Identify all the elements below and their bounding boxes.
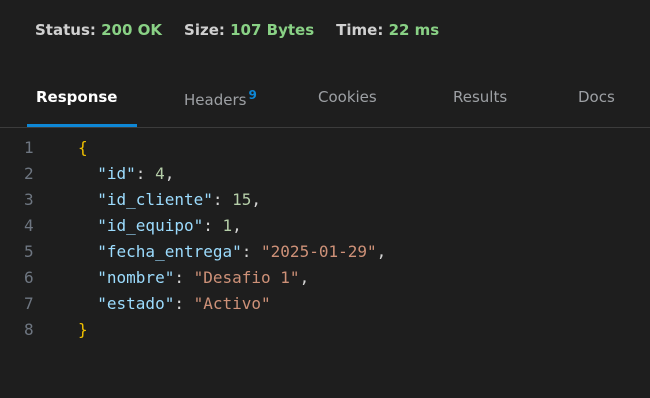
status-value: 200 OK xyxy=(101,21,163,39)
response-status-bar: Status: 200 OK Size: 107 Bytes Time: 22 … xyxy=(0,0,650,60)
line-number: 3 xyxy=(24,190,34,209)
json-value: "Activo" xyxy=(193,294,271,313)
json-value: 4 xyxy=(155,164,165,183)
tab-response[interactable]: Response xyxy=(36,88,117,106)
json-comma: , xyxy=(376,242,387,261)
code-content: "nombre": "Desafio 1", xyxy=(78,265,309,291)
line-number: 4 xyxy=(24,216,34,235)
status-item: Status: 200 OK xyxy=(35,21,162,39)
code-line: 5 "fecha_entrega": "2025-01-29", xyxy=(0,239,650,265)
json-comma: , xyxy=(232,216,242,235)
line-number: 1 xyxy=(24,138,34,157)
line-number: 7 xyxy=(24,294,34,313)
code-line: 6 "nombre": "Desafio 1", xyxy=(0,265,650,291)
line-number: 8 xyxy=(24,320,34,339)
json-value: "2025-01-29" xyxy=(261,242,377,261)
json-key: "fecha_entrega" xyxy=(97,242,242,261)
json-colon: : xyxy=(203,216,223,235)
json-key: "id_cliente" xyxy=(97,190,213,209)
json-value: 15 xyxy=(232,190,252,209)
active-tab-indicator xyxy=(27,124,137,127)
json-colon: : xyxy=(241,242,262,261)
size-label: Size: xyxy=(184,21,225,39)
line-number: 5 xyxy=(24,242,34,261)
status-label: Status: xyxy=(35,21,96,39)
code-line: 8} xyxy=(0,317,650,343)
json-comma: , xyxy=(299,268,310,287)
code-line: 3 "id_cliente": 15, xyxy=(0,187,650,213)
tab-headers[interactable]: Headers 9 xyxy=(184,88,257,109)
json-comma: , xyxy=(251,190,262,209)
code-content: "estado": "Activo" xyxy=(78,291,271,317)
code-content: "id_cliente": 15, xyxy=(78,187,261,213)
response-tabs: Response Headers 9 Cookies Results Docs xyxy=(0,84,650,128)
json-key: "nombre" xyxy=(97,268,175,287)
time-value: 22 ms xyxy=(388,21,440,39)
json-comma: , xyxy=(164,164,175,183)
code-content: "id_equipo": 1, xyxy=(78,213,242,239)
code-line: 2 "id": 4, xyxy=(0,161,650,187)
code-line: 4 "id_equipo": 1, xyxy=(0,213,650,239)
tab-docs[interactable]: Docs xyxy=(578,88,615,106)
json-key: "id_equipo" xyxy=(97,216,204,235)
size-item: Size: 107 Bytes xyxy=(184,21,314,39)
json-colon: : xyxy=(212,190,233,209)
json-colon: : xyxy=(135,164,156,183)
code-content: { xyxy=(78,135,88,161)
json-colon: : xyxy=(174,294,194,313)
code-content: "fecha_entrega": "2025-01-29", xyxy=(78,239,386,265)
time-item: Time: 22 ms xyxy=(336,21,439,39)
tab-results[interactable]: Results xyxy=(453,88,507,106)
json-key: "id" xyxy=(97,164,136,183)
close-brace: } xyxy=(78,320,88,339)
json-key: "estado" xyxy=(97,294,175,313)
response-body-editor[interactable]: 1{2 "id": 4, 3 "id_cliente": 15, 4 "id_equ… xyxy=(0,134,650,398)
line-number: 6 xyxy=(24,268,34,287)
json-value: 1 xyxy=(222,216,233,235)
code-content: "id": 4, xyxy=(78,161,174,187)
line-number: 2 xyxy=(24,164,34,183)
tab-headers-label: Headers xyxy=(184,91,247,109)
size-value: 107 Bytes xyxy=(230,21,315,39)
code-line: 1{ xyxy=(0,135,650,161)
tab-cookies[interactable]: Cookies xyxy=(318,88,377,106)
headers-count-badge: 9 xyxy=(248,88,257,102)
code-content: } xyxy=(78,317,88,343)
json-value: "Desafio 1" xyxy=(193,268,300,287)
json-colon: : xyxy=(174,268,194,287)
open-brace: { xyxy=(78,138,88,157)
code-line: 7 "estado": "Activo" xyxy=(0,291,650,317)
time-label: Time: xyxy=(336,21,384,39)
